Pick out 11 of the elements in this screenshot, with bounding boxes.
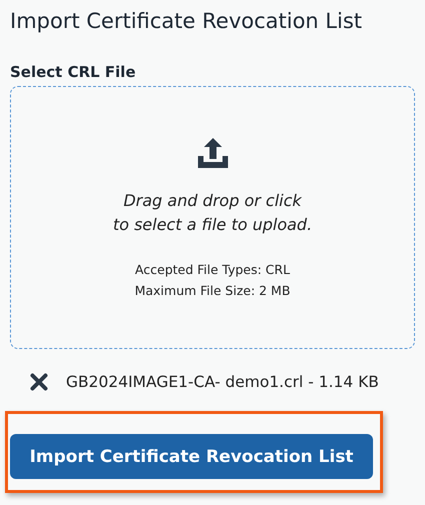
file-drop-zone[interactable]: Drag and drop or click to select a file to upload. Accepted File Types: CRL Maximum File Size: 2 MB xyxy=(10,86,415,349)
remove-icon[interactable] xyxy=(30,373,48,391)
import-button[interactable]: Import Certificate Revocation List xyxy=(10,434,373,479)
drop-instruction: Drag and drop or click xyxy=(122,190,303,212)
page-title: Import Certificate Revocation List xyxy=(10,8,363,35)
file-requirement: Maximum File Size: 2 MB xyxy=(134,282,290,300)
file-requirement: Accepted File Types: CRL xyxy=(134,261,290,279)
field-label: Select CRL File xyxy=(10,62,137,82)
file-name: GB2024IMAGE1-CA- demo1.crl - 1.14 KB xyxy=(66,373,379,391)
upload-icon xyxy=(196,137,228,169)
drop-instruction: to select a file to upload. xyxy=(112,214,312,236)
